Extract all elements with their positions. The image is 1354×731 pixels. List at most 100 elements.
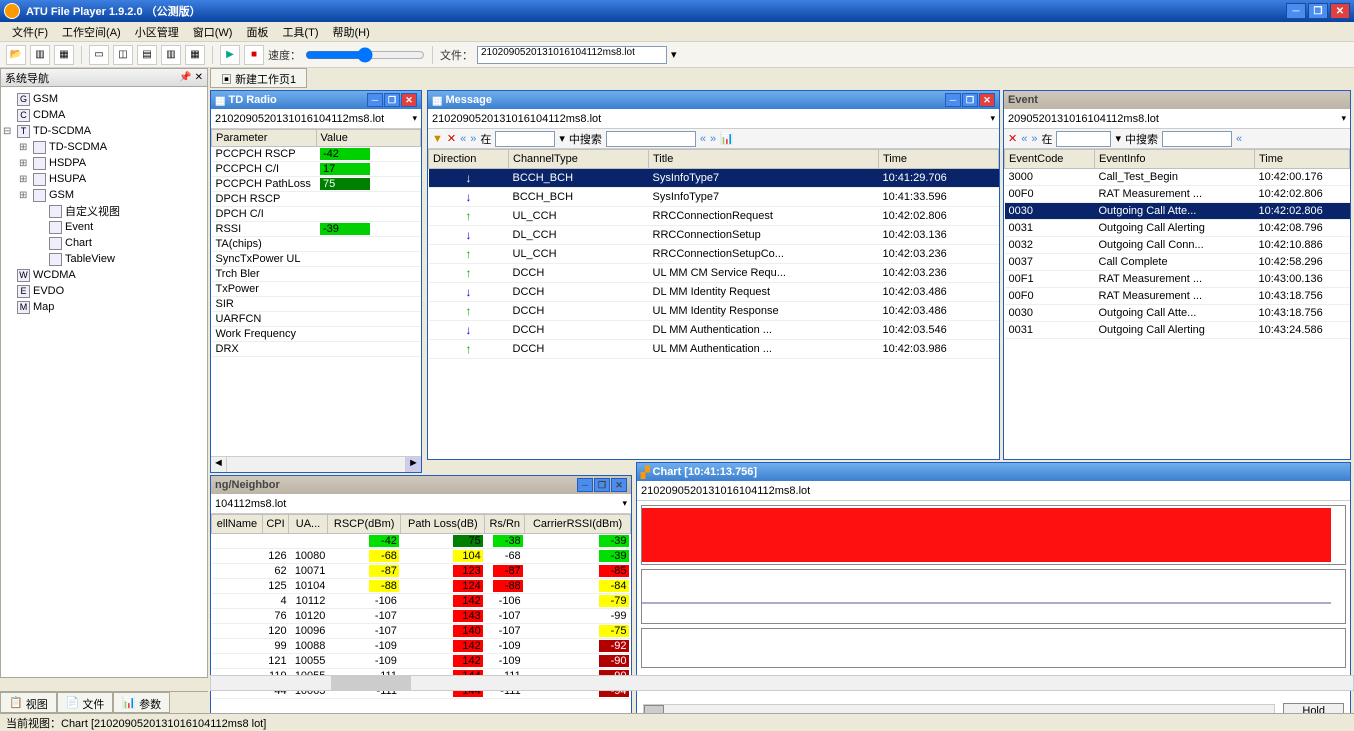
neighbor-row[interactable]: 410112-106142-106-79 — [212, 594, 631, 609]
neighbor-row[interactable]: 12110055-109142-109-90 — [212, 654, 631, 669]
param-row[interactable]: DPCH RSCP — [212, 192, 421, 207]
event-row[interactable]: 0031Outgoing Call Alerting10:42:08.796 — [1005, 220, 1350, 237]
next-icon[interactable]: » — [470, 133, 476, 145]
tree-node[interactable]: CCDMA — [3, 107, 205, 123]
scroll-left-icon[interactable]: ◄ — [211, 457, 227, 472]
message-row[interactable]: ↓DCCHDL MM Authentication ...10:42:03.54… — [429, 321, 999, 340]
tab-view[interactable]: 📋视图 — [0, 692, 57, 713]
message-row[interactable]: ↑DCCHUL MM Identity Response10:42:03.486 — [429, 302, 999, 321]
layout4-icon[interactable]: ▥ — [161, 45, 181, 65]
col-eventinfo[interactable]: EventInfo — [1095, 150, 1255, 169]
nbr-col[interactable]: CPI — [262, 515, 288, 534]
col-parameter[interactable]: Parameter — [212, 130, 317, 147]
tree-node[interactable]: ⊞HSDPA — [3, 155, 205, 171]
tree-node[interactable]: GGSM — [3, 91, 205, 107]
menu-panel[interactable]: 面板 — [240, 22, 274, 42]
dropdown-icon[interactable]: ▾ — [1341, 113, 1346, 124]
param-row[interactable]: Trch Bler — [212, 267, 421, 282]
next-icon[interactable]: » — [1031, 133, 1037, 145]
event-row[interactable]: 3000Call_Test_Begin10:42:00.176 — [1005, 169, 1350, 186]
message-row[interactable]: ↑DCCHUL MM Authentication ...10:42:03.98… — [429, 340, 999, 359]
param-row[interactable]: SIR — [212, 297, 421, 312]
message-row[interactable]: ↑DCCHUL MM CM Service Requ...10:42:03.23… — [429, 264, 999, 283]
message-row[interactable]: ↑UL_CCHRRCConnectionSetupCo...10:42:03.2… — [429, 245, 999, 264]
neighbor-row[interactable]: 12010096-107140-107-75 — [212, 624, 631, 639]
layout1-icon[interactable]: ▭ — [89, 45, 109, 65]
delete-icon[interactable]: ✕ — [1008, 132, 1017, 145]
tree-node[interactable]: MMap — [3, 299, 205, 315]
maximize-button[interactable]: ❐ — [1308, 3, 1328, 19]
neighbor-row[interactable]: 9910088-109142-109-92 — [212, 639, 631, 654]
menu-file[interactable]: 文件(F) — [6, 22, 54, 42]
message-row[interactable]: ↓DL_CCHRRCConnectionSetup10:42:03.136 — [429, 226, 999, 245]
param-row[interactable]: PCCPCH RSCP-42 — [212, 147, 421, 162]
param-row[interactable]: DPCH C/I — [212, 207, 421, 222]
ws-icon[interactable]: ▦ — [54, 45, 74, 65]
neighbor-row[interactable]: 6210071-87123-87-85 — [212, 564, 631, 579]
nbr-close[interactable]: ✕ — [611, 478, 627, 492]
tree-node[interactable]: Chart — [3, 235, 205, 251]
workspace-hscroll[interactable] — [210, 675, 1354, 691]
col-title[interactable]: Title — [649, 150, 879, 169]
dropdown-icon[interactable]: ▾ — [412, 113, 417, 124]
tree-node[interactable]: Event — [3, 219, 205, 235]
msg-min[interactable]: ─ — [945, 93, 961, 107]
layout2-icon[interactable]: ◫ — [113, 45, 133, 65]
dropdown-arrow-icon[interactable]: ▾ — [671, 48, 677, 61]
menu-workspace[interactable]: 工作空间(A) — [56, 22, 127, 42]
event-row[interactable]: 0031Outgoing Call Alerting10:43:24.586 — [1005, 322, 1350, 339]
dropdown-icon[interactable]: ▾ — [990, 113, 995, 124]
tree-node[interactable]: 自定义视图 — [3, 203, 205, 219]
search-type-input[interactable] — [495, 131, 555, 147]
col-time[interactable]: Time — [879, 150, 999, 169]
nbr-max[interactable]: ❐ — [594, 478, 610, 492]
menu-tools[interactable]: 工具(T) — [276, 22, 324, 42]
col-direction[interactable]: Direction — [429, 150, 509, 169]
scroll-right-icon[interactable]: ► — [405, 457, 421, 472]
prev-icon[interactable]: « — [460, 133, 466, 145]
close-button[interactable]: ✕ — [1330, 3, 1350, 19]
layout5-icon[interactable]: ▦ — [185, 45, 205, 65]
pin-icon[interactable]: 📌 ✕ — [179, 72, 203, 83]
tree-node[interactable]: ⊞HSUPA — [3, 171, 205, 187]
col-time[interactable]: Time — [1255, 150, 1350, 169]
tdradio-min[interactable]: ─ — [367, 93, 383, 107]
search-type-input[interactable] — [1056, 131, 1111, 147]
event-row[interactable]: 00F1RAT Measurement ...10:43:00.136 — [1005, 271, 1350, 288]
play-button[interactable]: ▶ — [220, 45, 240, 65]
message-row[interactable]: ↓BCCH_BCHSysInfoType710:41:29.706 — [429, 169, 999, 188]
minimize-button[interactable]: ─ — [1286, 3, 1306, 19]
nbr-col[interactable]: UA... — [289, 515, 328, 534]
param-row[interactable]: UARFCN — [212, 312, 421, 327]
event-row[interactable]: 00F0RAT Measurement ...10:42:02.806 — [1005, 186, 1350, 203]
col-value[interactable]: Value — [316, 130, 421, 147]
tdradio-close[interactable]: ✕ — [401, 93, 417, 107]
message-row[interactable]: ↓BCCH_BCHSysInfoType710:41:33.596 — [429, 188, 999, 207]
col-channel[interactable]: ChannelType — [509, 150, 649, 169]
event-row[interactable]: 0030Outgoing Call Atte...10:42:02.806 — [1005, 203, 1350, 220]
stop-button[interactable]: ■ — [244, 45, 264, 65]
tree-node[interactable]: ⊞TD-SCDMA — [3, 139, 205, 155]
save-icon[interactable]: ▥ — [30, 45, 50, 65]
tab-param[interactable]: 📊参数 — [113, 692, 170, 713]
param-row[interactable]: SyncTxPower UL — [212, 252, 421, 267]
neighbor-row[interactable]: -4275-38-39 — [212, 534, 631, 549]
param-row[interactable]: TxPower — [212, 282, 421, 297]
param-row[interactable]: RSSI-39 — [212, 222, 421, 237]
excel-icon[interactable]: 📊 — [720, 132, 734, 145]
search-text-input[interactable] — [606, 131, 696, 147]
event-row[interactable]: 0030Outgoing Call Atte...10:43:18.756 — [1005, 305, 1350, 322]
nbr-col[interactable]: Path Loss(dB) — [401, 515, 485, 534]
file-dropdown[interactable]: 2102090520131016104112ms8.lot — [477, 46, 667, 64]
tree-node[interactable]: EEVDO — [3, 283, 205, 299]
neighbor-row[interactable]: 7610120-107143-107-99 — [212, 609, 631, 624]
menu-cell[interactable]: 小区管理 — [129, 22, 185, 42]
param-row[interactable]: PCCPCH PathLoss75 — [212, 177, 421, 192]
open-icon[interactable]: 📂 — [6, 45, 26, 65]
nbr-min[interactable]: ─ — [577, 478, 593, 492]
tree-node[interactable]: ⊟TTD-SCDMA — [3, 123, 205, 139]
menu-help[interactable]: 帮助(H) — [326, 22, 375, 42]
next2-icon[interactable]: » — [710, 133, 716, 145]
param-row[interactable]: Work Frequency — [212, 327, 421, 342]
filter-icon[interactable]: ▼ — [432, 133, 443, 145]
